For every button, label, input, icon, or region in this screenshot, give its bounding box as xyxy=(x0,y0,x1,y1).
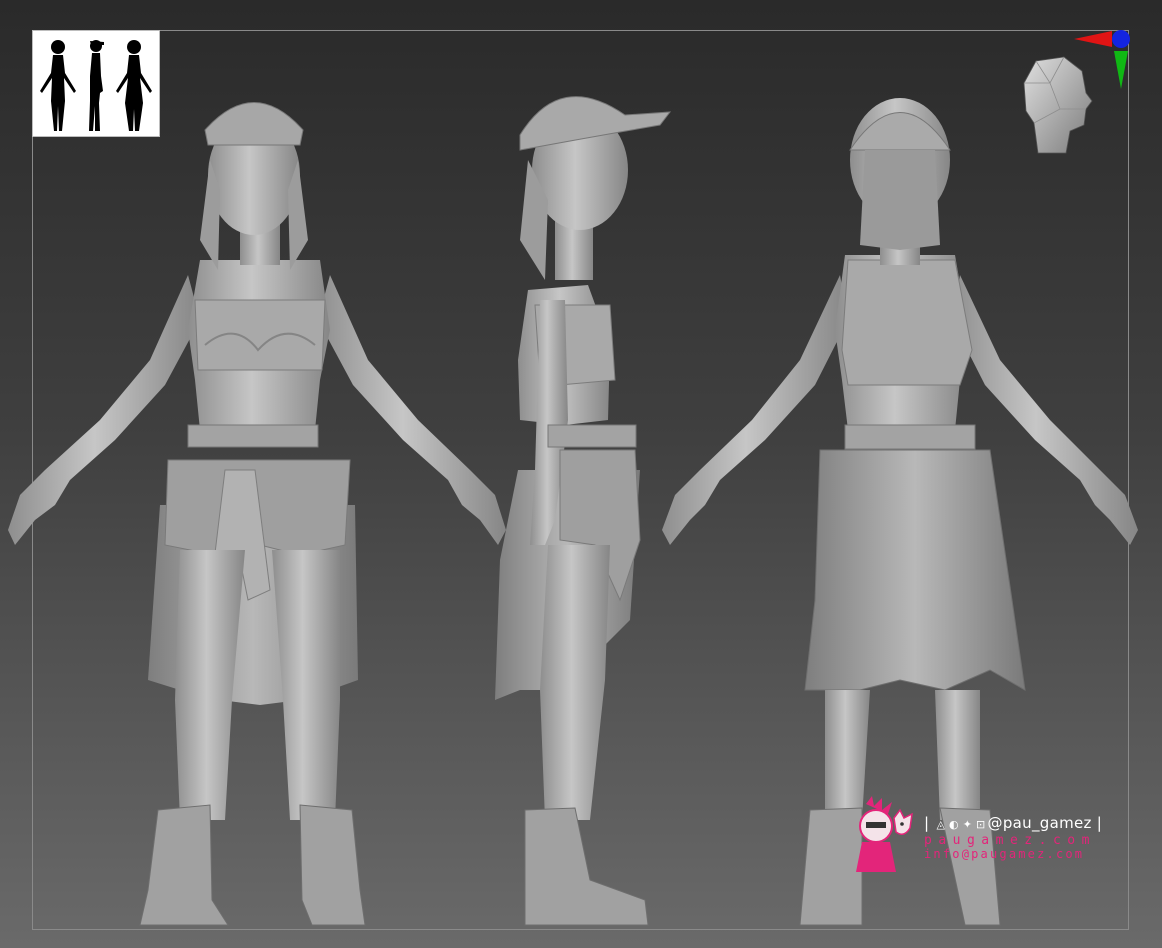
website-text: paugamez.com xyxy=(924,833,1096,848)
email-text: info@paugamez.com xyxy=(924,847,1085,861)
artist-avatar-icon xyxy=(856,796,913,872)
zbrush-viewport[interactable]: | ◬ ◐ ✦ ⊡ @pau_gamez | paugamez.com info@… xyxy=(0,0,1162,948)
artist-watermark: | ◬ ◐ ✦ ⊡ @pau_gamez | paugamez.com info@… xyxy=(848,796,1118,878)
social-handle: @pau_gamez xyxy=(987,814,1092,832)
front-view-figure xyxy=(8,102,506,926)
social-handle-line: | ◬ ◐ ✦ ⊡ @pau_gamez | xyxy=(924,814,1114,832)
separator-right: | xyxy=(1096,814,1103,832)
separator-left: | xyxy=(924,814,930,832)
side-view-figure xyxy=(495,96,672,926)
social-icons: ◬ ◐ ✦ ⊡ xyxy=(936,818,986,831)
